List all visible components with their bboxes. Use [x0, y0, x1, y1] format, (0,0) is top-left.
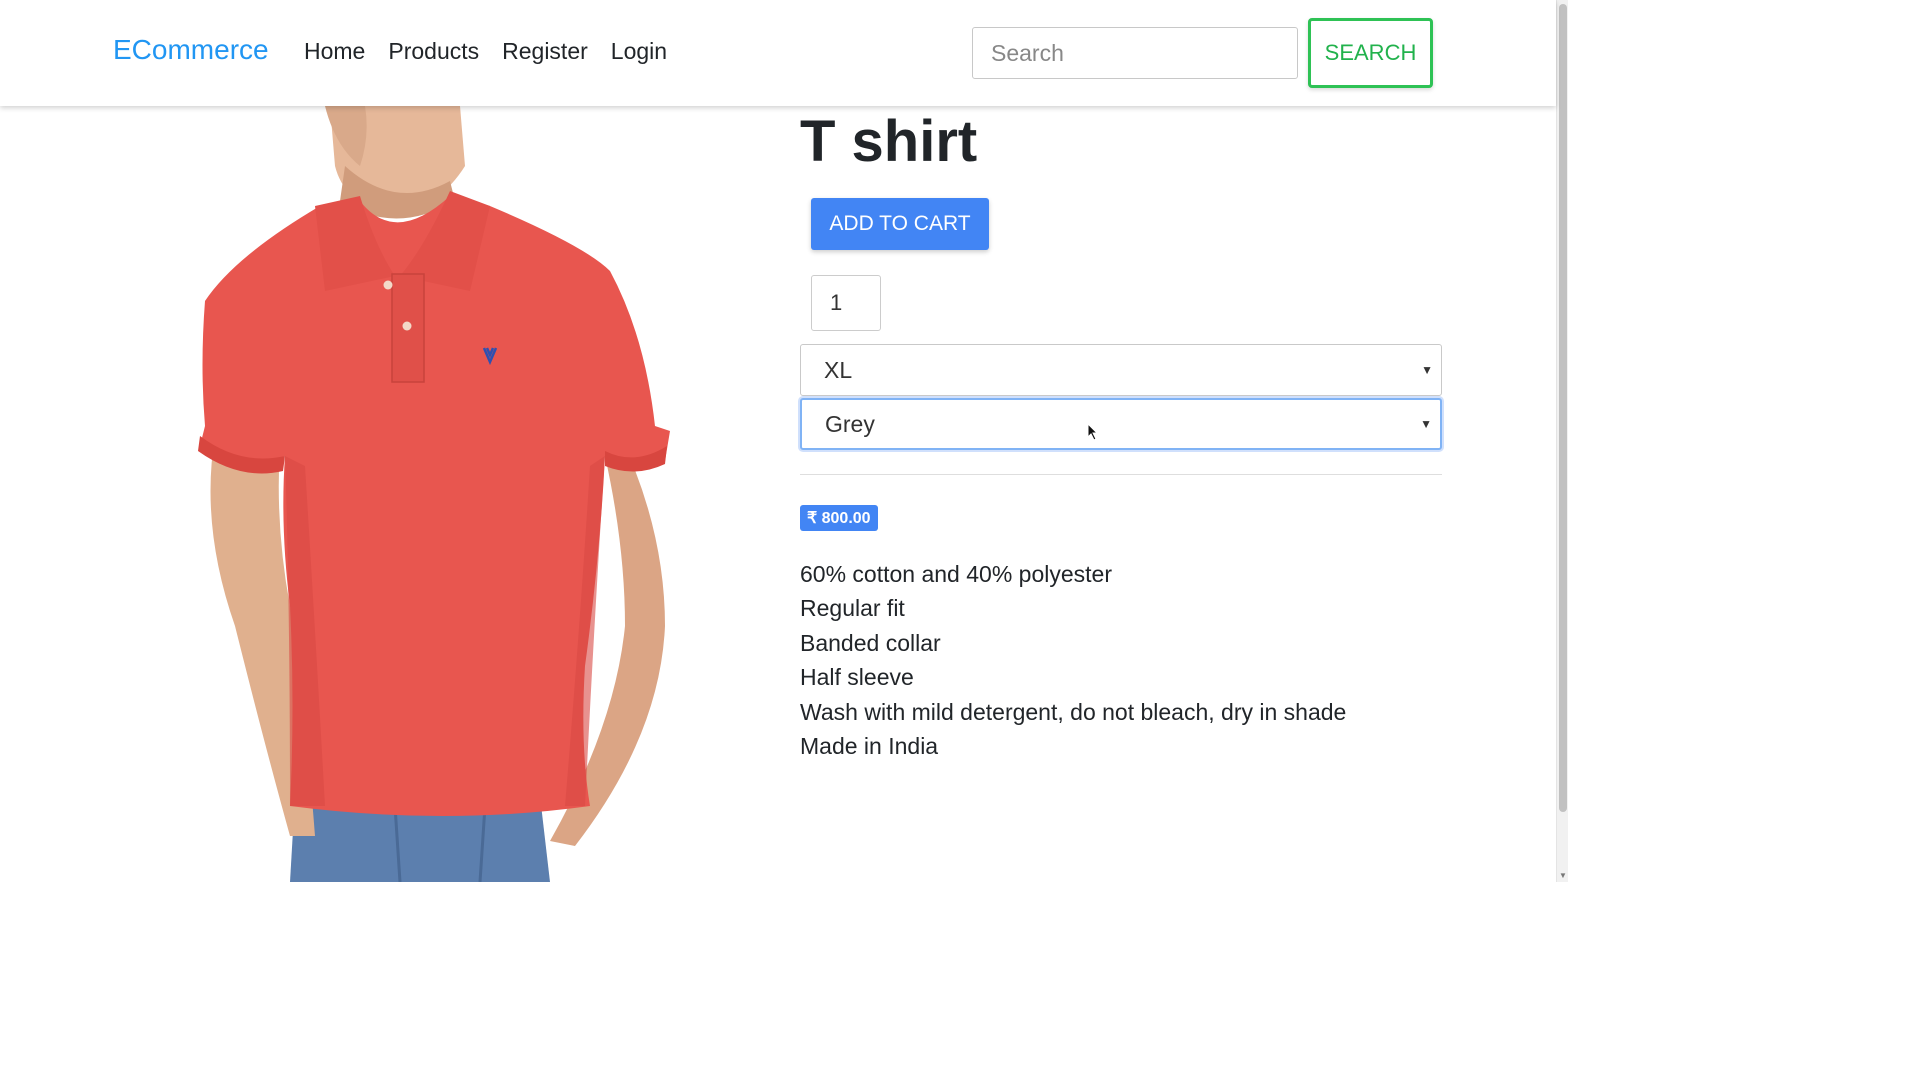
mouse-cursor-icon [1087, 423, 1099, 441]
add-to-cart-button[interactable]: ADD TO CART [811, 198, 989, 250]
search-button[interactable]: SEARCH [1308, 18, 1433, 88]
color-select-value: Grey [825, 410, 875, 437]
size-select[interactable]: XL ▼ [800, 344, 1442, 396]
chevron-down-icon: ▼ [1420, 417, 1432, 431]
color-select[interactable]: Grey ▼ [800, 398, 1442, 450]
navbar: ECommerce Home Products Register Login S… [0, 0, 1556, 106]
size-select-value: XL [824, 356, 853, 383]
feature-item: Made in India [800, 733, 939, 760]
divider [800, 474, 1442, 475]
feature-item: Banded collar [800, 629, 941, 656]
nav-link-register[interactable]: Register [502, 38, 588, 65]
feature-item: Regular fit [800, 595, 905, 622]
chevron-down-icon: ▼ [1421, 363, 1433, 377]
scroll-down-icon[interactable]: ▼ [1558, 871, 1568, 880]
product-title: T shirt [800, 109, 978, 174]
quantity-input[interactable]: 1 [811, 275, 881, 331]
scrollbar-thumb[interactable] [1559, 4, 1567, 812]
feature-item: 60% cotton and 40% polyester [800, 561, 1112, 587]
feature-item: Wash with mild detergent, do not bleach,… [800, 698, 1347, 725]
nav-link-login[interactable]: Login [611, 38, 667, 65]
price-badge: ₹ 800.00 [800, 505, 878, 531]
nav-link-products[interactable]: Products [388, 38, 479, 65]
nav-link-home[interactable]: Home [304, 38, 365, 65]
page-scrollbar[interactable]: ▲ ▼ [1556, 0, 1568, 882]
feature-list: 60% cotton and 40% polyester Regular fit… [800, 557, 1346, 763]
feature-item: Half sleeve [800, 664, 914, 691]
nav-links: Home Products Register Login [304, 38, 667, 65]
search-input[interactable] [972, 27, 1298, 79]
product-image [198, 106, 670, 882]
brand-link[interactable]: ECommerce [113, 34, 269, 66]
